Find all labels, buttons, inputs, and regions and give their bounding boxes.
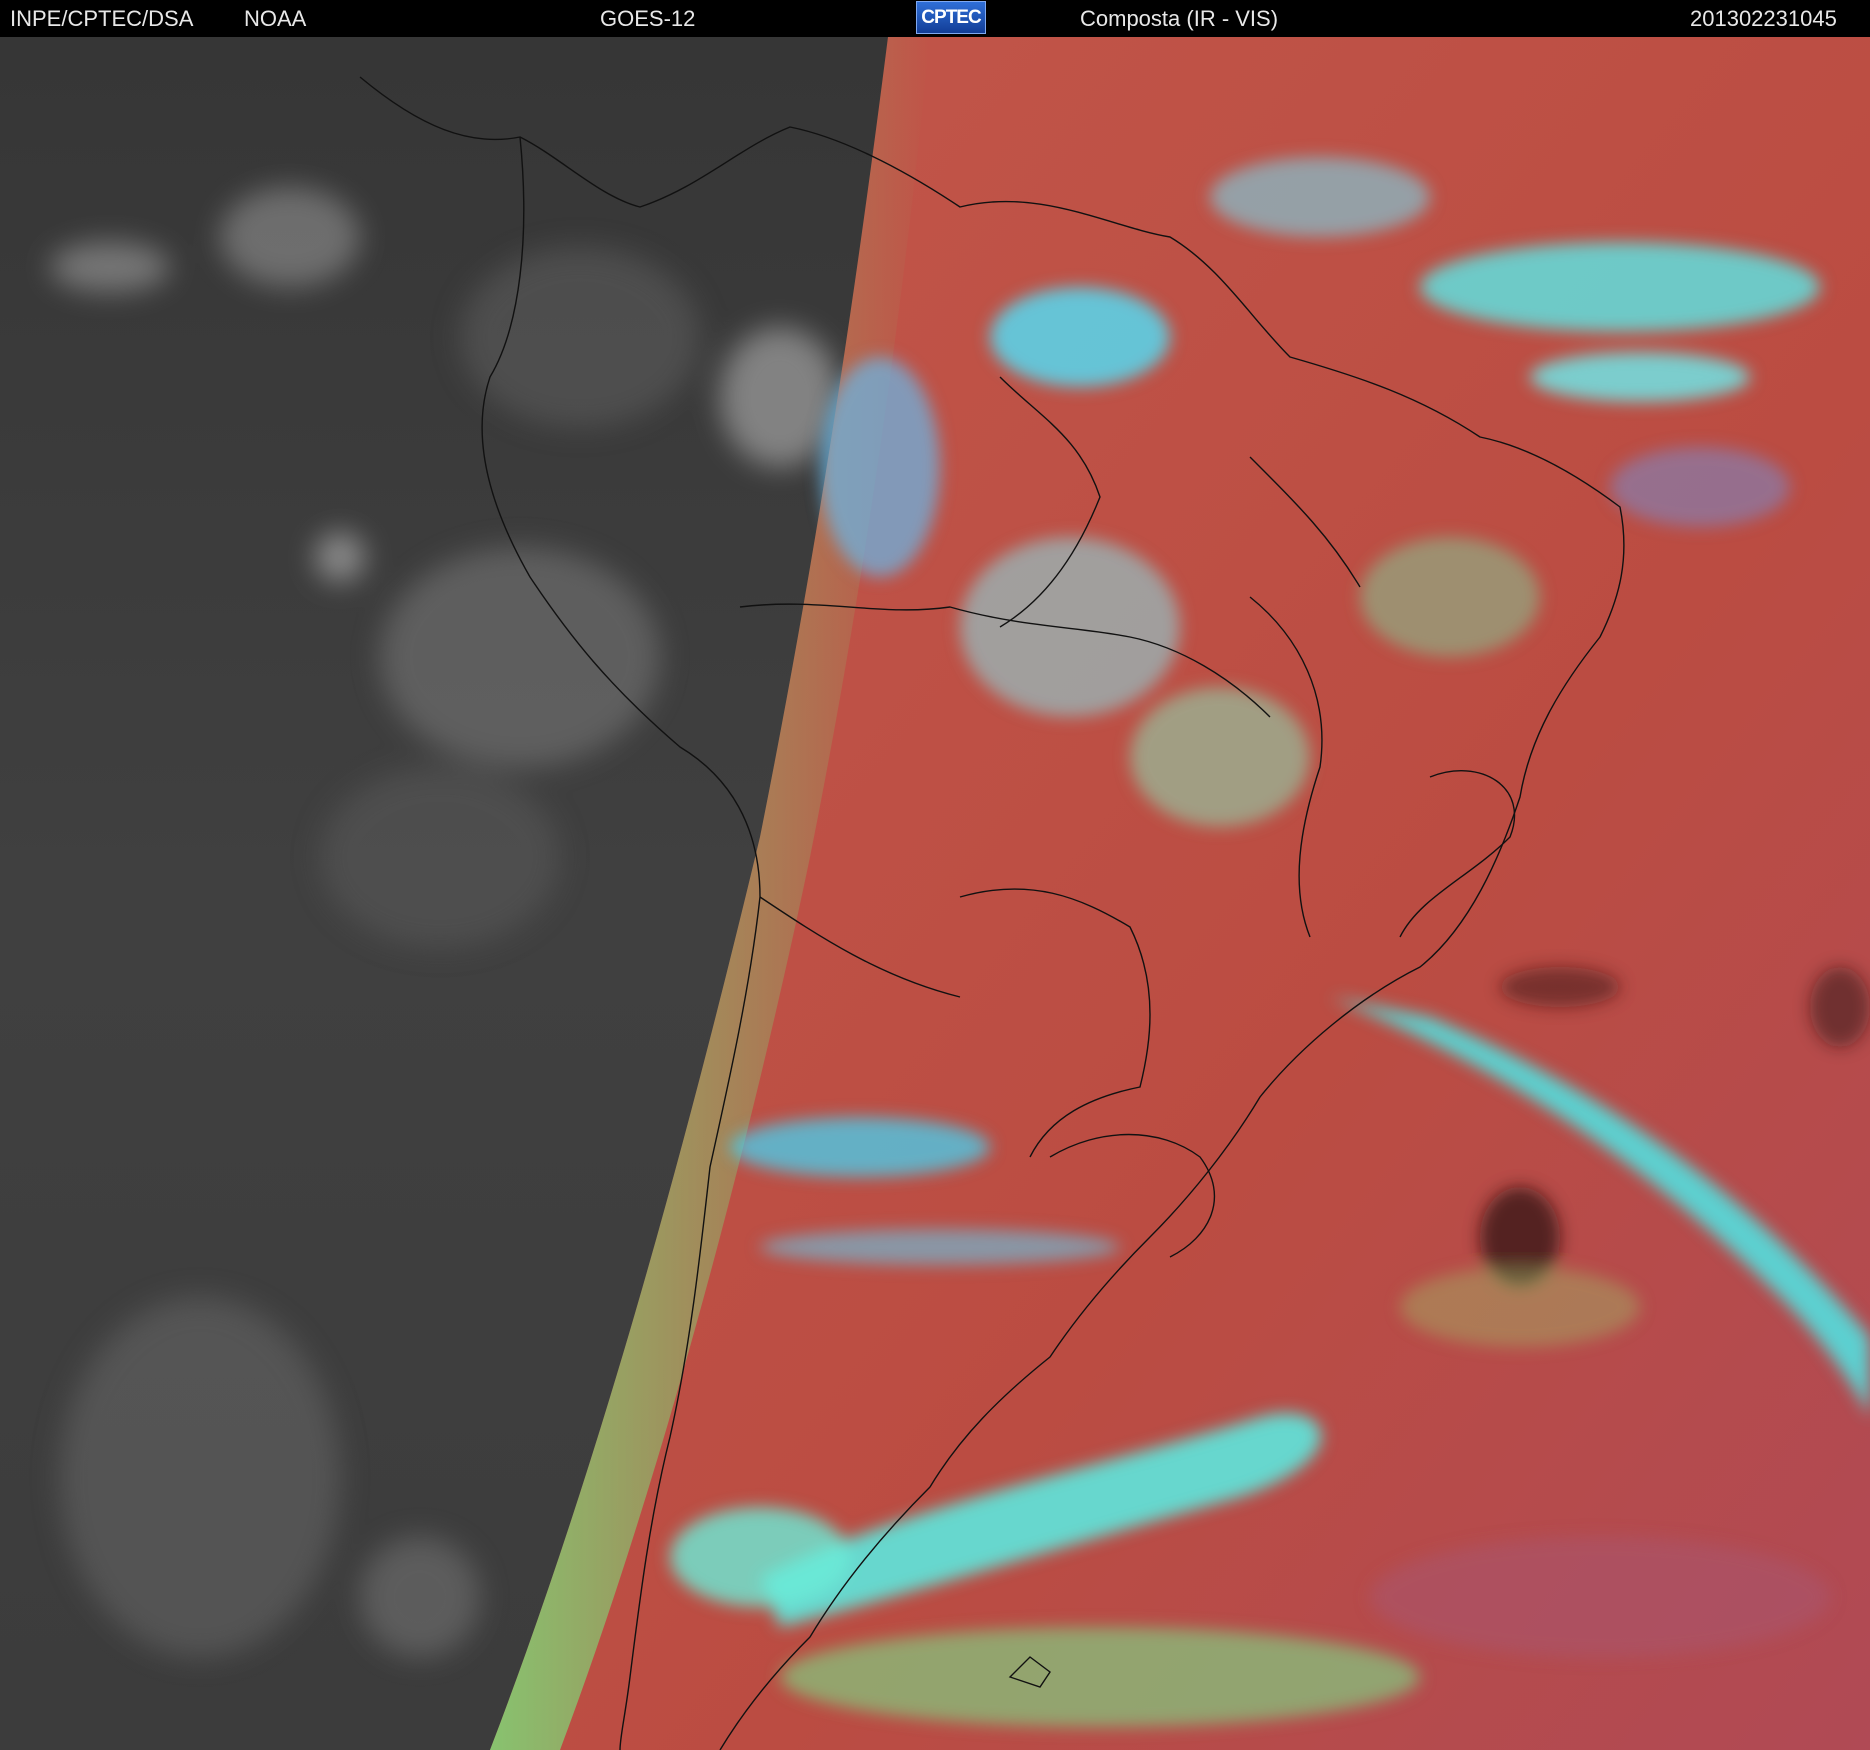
timestamp-label: 201302231045 xyxy=(1690,6,1837,31)
header-bar: INPE/CPTEC/DSA NOAA GOES-12 CPTEC Compos… xyxy=(0,0,1870,37)
satellite-composite-map xyxy=(0,37,1870,1750)
org-label: INPE/CPTEC/DSA xyxy=(10,6,194,31)
cptec-logo: CPTEC xyxy=(916,1,986,34)
product-label: Composta (IR - VIS) xyxy=(1080,6,1279,31)
agency-label: NOAA xyxy=(244,6,307,31)
satellite-label: GOES-12 xyxy=(600,6,696,31)
